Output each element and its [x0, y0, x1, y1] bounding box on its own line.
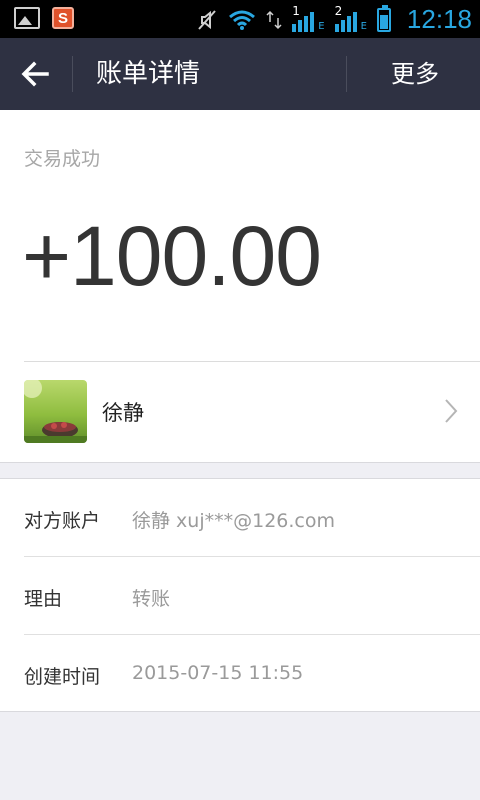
detail-label: 对方账户 [24, 510, 101, 532]
sim2-signal-icon: 2 E [334, 4, 367, 32]
battery-icon [376, 4, 391, 32]
sim1-signal-icon: 1 E [292, 4, 325, 32]
counterparty-row[interactable]: 徐静 [0, 362, 480, 462]
navigation-bar: 账单详情 更多 [0, 38, 480, 110]
nav-divider [72, 56, 73, 92]
detail-value: 徐静 xuj***@126.com [132, 510, 335, 532]
detail-value: 转账 [132, 588, 171, 610]
detail-label: 理由 [24, 588, 63, 610]
status-clock: 12:18 [406, 4, 472, 34]
detail-row-reason: 理由 转账 [0, 557, 480, 635]
page-title: 账单详情 [96, 59, 201, 89]
gallery-notification-icon [14, 7, 40, 29]
detail-value: 2015-07-15 11:55 [132, 662, 304, 684]
detail-row-created-time: 创建时间 2015-07-15 11:55 [0, 635, 480, 713]
detail-label: 创建时间 [24, 666, 101, 688]
nav-divider [346, 56, 347, 92]
transaction-amount: +100.00 [22, 209, 322, 303]
transaction-status: 交易成功 [24, 148, 101, 170]
sim2-label: 2 [334, 3, 343, 18]
mute-icon [198, 9, 217, 30]
chevron-right-icon [445, 399, 458, 423]
divider [0, 462, 480, 463]
counterparty-name: 徐静 [102, 401, 144, 425]
transaction-details-card: 对方账户 徐静 xuj***@126.com 理由 转账 创建时间 2015-0… [0, 478, 480, 712]
sim1-label: 1 [292, 3, 300, 18]
sim2-network-type: E [360, 20, 367, 32]
wifi-icon [229, 10, 256, 30]
avatar [24, 380, 87, 443]
arrow-left-icon [21, 61, 49, 87]
status-bar: S 1 E 2 E 12:18 [0, 0, 480, 38]
back-button[interactable] [10, 52, 60, 96]
data-transfer-icon [266, 10, 282, 29]
sim1-network-type: E [318, 20, 325, 32]
detail-row-account: 对方账户 徐静 xuj***@126.com [0, 479, 480, 557]
transaction-summary-card: 交易成功 +100.00 徐静 [0, 110, 480, 462]
more-button[interactable]: 更多 [370, 56, 460, 92]
app-notification-icon: S [52, 7, 74, 29]
